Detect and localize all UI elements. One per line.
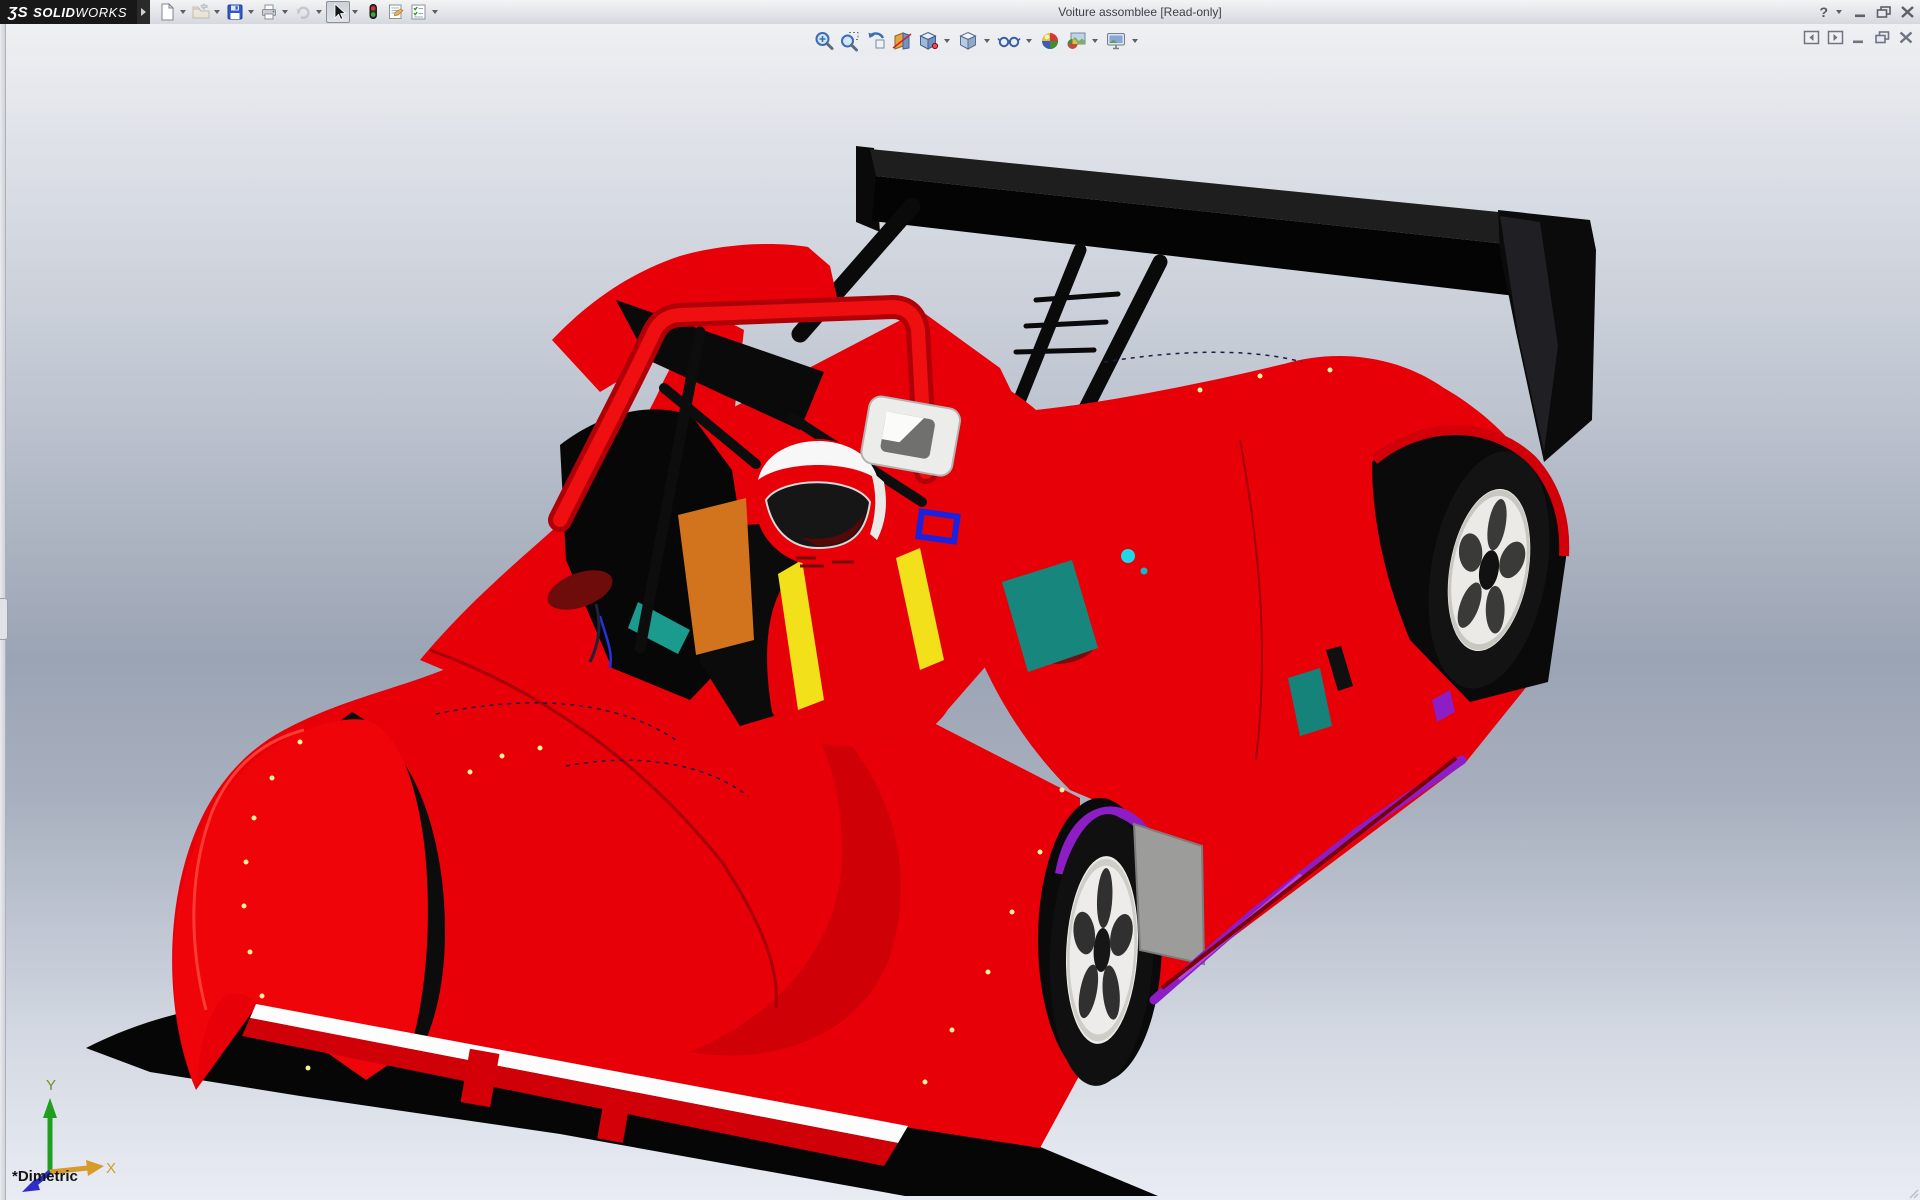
open-button[interactable] <box>190 1 212 23</box>
save-dropdown-caret[interactable] <box>248 10 254 14</box>
new-document-icon <box>158 3 176 21</box>
view-orientation-label: *Dimetric <box>12 1168 78 1185</box>
undo-button[interactable] <box>292 1 314 23</box>
model-scene[interactable] <box>0 24 1920 1200</box>
options-checklist-icon <box>409 3 428 21</box>
zoom-to-area-button[interactable] <box>838 29 862 53</box>
display-style-button[interactable] <box>956 29 980 53</box>
view-orientation-button[interactable] <box>916 29 940 53</box>
zoom-to-area-icon <box>839 30 861 52</box>
camera-box[interactable] <box>859 395 961 478</box>
doc-minimize-button[interactable] <box>1851 30 1867 45</box>
save-floppy-icon <box>226 3 244 21</box>
view-settings-caret[interactable] <box>1132 39 1138 43</box>
gray-side-panel[interactable] <box>1134 824 1204 964</box>
graphics-viewport[interactable]: Y X *Dimetric <box>0 24 1920 1200</box>
doc-close-button[interactable] <box>1898 30 1914 45</box>
feature-pane-right-button[interactable] <box>1827 30 1844 45</box>
select-button[interactable] <box>326 1 350 23</box>
edit-appearance-button[interactable] <box>1038 29 1062 53</box>
restore-button[interactable] <box>1875 5 1893 19</box>
save-button[interactable] <box>224 1 246 23</box>
apply-scene-button[interactable] <box>1064 29 1088 53</box>
new-button[interactable] <box>156 1 178 23</box>
select-dropdown-caret[interactable] <box>352 10 358 14</box>
apply-scene-caret[interactable] <box>1092 39 1098 43</box>
hide-show-items-icon <box>997 30 1021 52</box>
solidworks-logo-text-solid: SOLID <box>33 5 75 20</box>
view-settings-button[interactable] <box>1104 29 1128 53</box>
cyan-marker <box>1121 549 1135 563</box>
options-dropdown-caret[interactable] <box>432 10 438 14</box>
standard-toolbar <box>156 1 442 23</box>
hide-show-items-button[interactable] <box>996 29 1022 53</box>
new-dropdown-caret[interactable] <box>180 10 186 14</box>
doc-restore-button[interactable] <box>1874 30 1891 45</box>
triad-x-label: X <box>106 1160 116 1177</box>
open-dropdown-caret[interactable] <box>214 10 220 14</box>
solidworks-logo[interactable]: ƷS SOLIDWORKS <box>0 0 137 24</box>
rebuild-button[interactable] <box>362 1 384 23</box>
previous-view-icon <box>865 30 887 52</box>
solidworks-window: ƷS SOLIDWORKS <box>0 0 1920 1200</box>
resize-grip[interactable] <box>1907 1187 1919 1199</box>
view-settings-icon <box>1105 30 1127 52</box>
file-properties-button[interactable] <box>384 1 407 23</box>
display-style-icon <box>957 30 979 52</box>
titlebar-controls: ? <box>1819 0 1916 24</box>
view-orientation-caret[interactable] <box>944 39 950 43</box>
wing-strut-rungs <box>1016 294 1118 352</box>
section-view-button[interactable] <box>890 29 914 53</box>
print-button[interactable] <box>258 1 280 23</box>
flyout-arrow-icon <box>141 8 146 16</box>
window-title: Voiture assomblee [Read-only] <box>1010 0 1270 24</box>
print-icon <box>260 3 278 21</box>
solidworks-logo-text-works: WORKS <box>75 5 127 20</box>
file-properties-icon <box>386 3 405 21</box>
undo-arrow-icon <box>294 3 312 21</box>
close-button[interactable] <box>1899 5 1916 19</box>
apply-scene-icon <box>1065 30 1087 52</box>
undo-dropdown-caret[interactable] <box>316 10 322 14</box>
zoom-to-fit-button[interactable] <box>812 29 836 53</box>
menu-flyout-arrow[interactable] <box>137 0 150 24</box>
previous-view-button[interactable] <box>864 29 888 53</box>
document-window-controls <box>1803 30 1914 45</box>
headsup-view-toolbar <box>812 29 1142 53</box>
help-button[interactable]: ? <box>1819 0 1828 24</box>
title-bar: ƷS SOLIDWORKS <box>0 0 1920 25</box>
print-dropdown-caret[interactable] <box>282 10 288 14</box>
cyan-marker-small <box>1141 568 1148 575</box>
edit-appearance-icon <box>1039 30 1061 52</box>
help-dropdown-caret[interactable] <box>1836 10 1842 14</box>
options-button[interactable] <box>407 1 430 23</box>
left-pane-splitter-grip[interactable] <box>0 598 8 640</box>
triad-y-label: Y <box>46 1077 56 1094</box>
open-folder-icon <box>192 3 210 21</box>
display-style-caret[interactable] <box>984 39 990 43</box>
view-orientation-icon <box>917 30 939 52</box>
zoom-to-fit-icon <box>813 30 835 52</box>
hide-show-items-caret[interactable] <box>1026 39 1032 43</box>
section-view-icon <box>891 30 913 52</box>
select-cursor-icon <box>328 3 348 21</box>
minimize-button[interactable] <box>1852 5 1869 19</box>
feature-pane-left-button[interactable] <box>1803 30 1820 45</box>
rebuild-traffic-light-icon <box>364 3 382 21</box>
solidworks-logo-mark: ƷS <box>8 4 28 21</box>
